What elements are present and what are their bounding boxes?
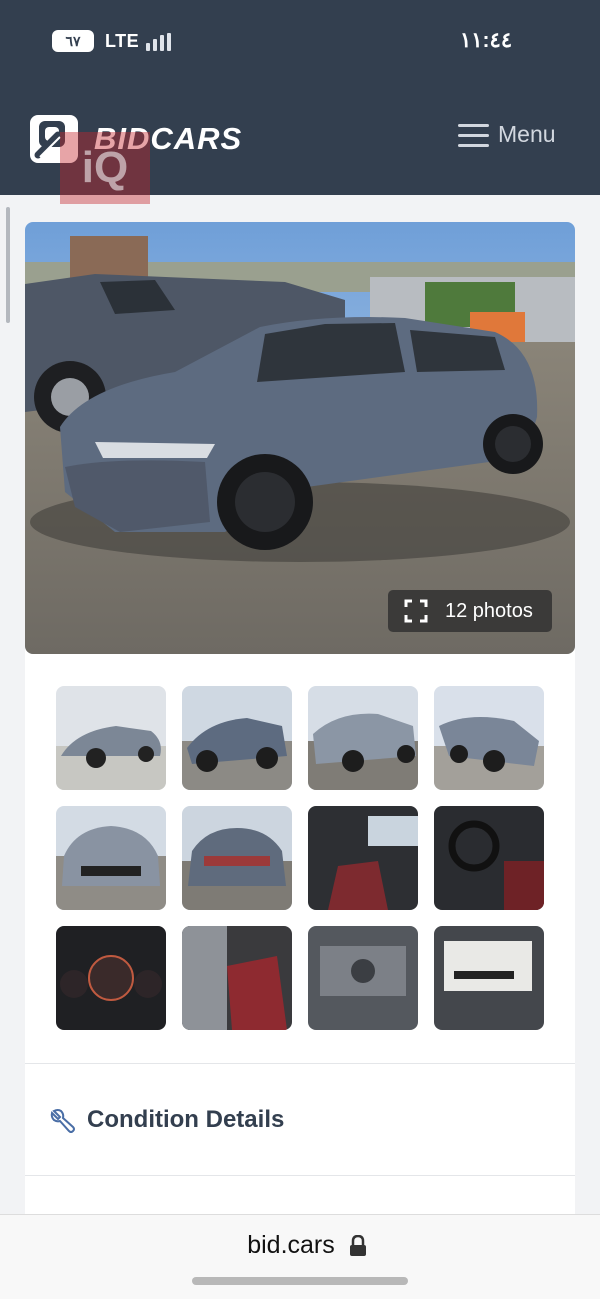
- network-type: LTE: [105, 31, 140, 51]
- home-indicator[interactable]: [192, 1277, 408, 1285]
- thumbnail-7[interactable]: [308, 806, 418, 910]
- thumbnail-12[interactable]: [434, 926, 544, 1030]
- thumbnail-4[interactable]: [434, 686, 544, 790]
- condition-details-section[interactable]: Condition Details: [25, 1064, 575, 1174]
- status-bar: ٦٧ LTE ١١:٤٤: [0, 0, 600, 80]
- hamburger-icon: [458, 124, 489, 149]
- thumbnail-6[interactable]: [182, 806, 292, 910]
- thumbnail-11[interactable]: [308, 926, 418, 1030]
- thumbnail-grid: [56, 686, 546, 1032]
- watermark-logo: iQ: [60, 132, 150, 204]
- expand-icon: [404, 599, 428, 623]
- menu-button[interactable]: Menu: [455, 120, 575, 154]
- thumbnail-3[interactable]: [308, 686, 418, 790]
- site-header: BIDCARS iQ Menu: [0, 80, 600, 204]
- scrollbar[interactable]: [6, 207, 10, 323]
- signal-icon: [146, 33, 178, 51]
- section-divider: [25, 1175, 575, 1176]
- url-text[interactable]: bid.cars: [0, 1231, 582, 1260]
- photos-count: 12 photos: [445, 600, 533, 622]
- photos-button[interactable]: 12 photos: [388, 590, 552, 632]
- thumbnail-9[interactable]: [56, 926, 166, 1030]
- thumbnail-5[interactable]: [56, 806, 166, 910]
- battery-icon: ٦٧: [52, 30, 94, 52]
- browser-url-bar[interactable]: bid.cars: [0, 1214, 600, 1299]
- thumbnail-2[interactable]: [182, 686, 292, 790]
- lock-icon: [349, 1234, 367, 1257]
- thumbnail-10[interactable]: [182, 926, 292, 1030]
- condition-details-title: Condition Details: [87, 1106, 285, 1133]
- menu-label: Menu: [498, 121, 556, 147]
- status-time: ١١:٤٤: [460, 29, 513, 52]
- wrench-icon: [49, 1107, 77, 1135]
- thumbnail-1[interactable]: [56, 686, 166, 790]
- thumbnail-8[interactable]: [434, 806, 544, 910]
